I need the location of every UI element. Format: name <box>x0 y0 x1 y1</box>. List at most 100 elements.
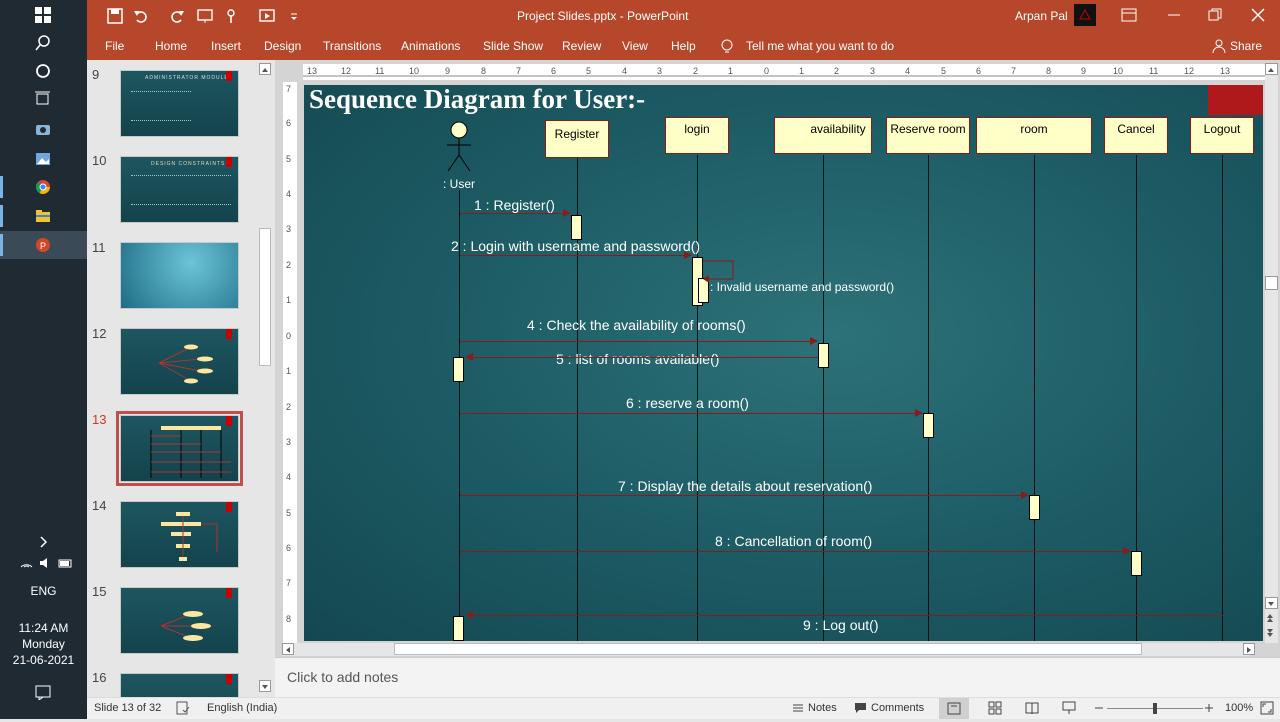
slide-thumbnail-14[interactable] <box>120 501 239 568</box>
tab-home[interactable]: Home <box>155 39 187 53</box>
task-view-icon[interactable] <box>31 87 55 111</box>
powerpoint-taskbar-icon[interactable]: P <box>31 233 55 257</box>
wifi-icon[interactable] <box>20 557 33 572</box>
notes-pane[interactable]: Click to add notes <box>275 657 1280 697</box>
activation-cancel <box>1131 551 1142 576</box>
svg-text:4: 4 <box>286 472 291 482</box>
tab-review[interactable]: Review <box>562 39 601 53</box>
next-slide-icon[interactable] <box>1265 627 1278 639</box>
thumbnails-scrollbar[interactable] <box>257 60 274 697</box>
svg-text:1: 1 <box>286 366 291 376</box>
comments-button[interactable]: Comments <box>871 702 924 714</box>
user-avatar[interactable] <box>1074 4 1096 26</box>
vertical-scrollbar[interactable] <box>1265 63 1278 643</box>
notification-icon[interactable] <box>31 680 55 704</box>
tab-help[interactable]: Help <box>671 39 696 53</box>
lifeline-register[interactable]: Register <box>545 120 609 158</box>
notes-icon[interactable] <box>792 702 804 717</box>
touch-mode-icon[interactable] <box>223 8 241 27</box>
zoom-level[interactable]: 100% <box>1225 702 1253 714</box>
scroll-thumb[interactable] <box>1265 276 1278 290</box>
svg-text:2: 2 <box>286 260 291 270</box>
arrowhead <box>1123 547 1131 555</box>
tab-view[interactable]: View <box>622 39 648 53</box>
reading-view-icon[interactable] <box>1025 701 1039 718</box>
arrowhead <box>684 251 692 259</box>
save-icon[interactable] <box>107 8 123 27</box>
redo-icon[interactable] <box>169 8 185 27</box>
thumb-number: 12 <box>92 326 107 341</box>
slide-thumbnail-11[interactable] <box>120 242 239 309</box>
previous-slide-icon[interactable] <box>1265 612 1278 624</box>
windows-start-icon[interactable] <box>31 3 55 27</box>
slide-title[interactable]: Sequence Diagram for User:- <box>309 85 645 115</box>
lifeline-reserve-room[interactable]: Reserve room <box>886 117 970 154</box>
scroll-down-icon[interactable] <box>1265 597 1278 609</box>
slide-thumbnail-15[interactable] <box>120 587 239 654</box>
scroll-down-icon[interactable] <box>259 680 271 692</box>
tab-file[interactable]: File <box>105 39 124 53</box>
horizontal-scrollbar[interactable] <box>282 643 1255 656</box>
lifeline-cancel[interactable]: Cancel <box>1104 117 1168 154</box>
chrome-icon[interactable] <box>31 175 55 199</box>
slide-sorter-icon[interactable] <box>988 701 1002 718</box>
clock[interactable]: 11:24 AM Monday 21-06-2021 <box>0 620 87 668</box>
start-from-beginning-icon[interactable] <box>259 8 277 27</box>
tab-animations[interactable]: Animations <box>401 39 460 53</box>
ribbon-display-options-icon[interactable] <box>1121 8 1137 25</box>
scroll-up-icon[interactable] <box>1265 63 1278 75</box>
camera-app-icon[interactable] <box>31 117 55 141</box>
notes-button[interactable]: Notes <box>808 702 837 714</box>
search-icon[interactable] <box>31 31 55 55</box>
scroll-up-icon[interactable] <box>259 63 271 75</box>
tab-transitions[interactable]: Transitions <box>323 39 381 53</box>
input-language[interactable]: ENG <box>0 584 87 598</box>
customize-toolbar-icon[interactable] <box>289 8 299 27</box>
lifeline-login[interactable]: login <box>665 117 729 154</box>
share-button[interactable]: Share <box>1230 39 1262 53</box>
minimize-icon[interactable] <box>1167 8 1181 25</box>
zoom-in-icon[interactable] <box>1204 701 1214 718</box>
share-icon[interactable] <box>1212 39 1226 56</box>
file-explorer-icon[interactable] <box>31 204 55 228</box>
language-indicator[interactable]: English (India) <box>207 702 277 714</box>
zoom-slider-thumb[interactable] <box>1153 703 1157 714</box>
slide-canvas[interactable]: Sequence Diagram for User:- : User Regis… <box>304 85 1263 641</box>
chevron-right-icon[interactable] <box>31 530 55 554</box>
slide-show-view-icon[interactable] <box>1062 701 1076 718</box>
slide-thumbnail-16[interactable] <box>120 673 239 697</box>
notes-placeholder[interactable]: Click to add notes <box>287 669 398 685</box>
slide-thumbnail-10[interactable]: DESIGN CONSTRAINTS <box>120 156 239 223</box>
scroll-left-icon[interactable] <box>282 643 294 655</box>
lifeline-logout[interactable]: Logout <box>1190 117 1254 154</box>
tab-slide-show[interactable]: Slide Show <box>483 39 543 53</box>
activation-register <box>571 215 582 240</box>
scroll-right-icon[interactable] <box>1243 643 1255 655</box>
scroll-thumb[interactable] <box>259 228 271 366</box>
fit-to-window-icon[interactable] <box>1260 701 1274 718</box>
battery-icon[interactable] <box>58 557 73 572</box>
lifeline-availability[interactable]: availability <box>774 117 872 154</box>
undo-icon[interactable] <box>133 8 149 27</box>
volume-icon[interactable] <box>39 557 52 572</box>
user-name[interactable]: Arpan Pal <box>1015 9 1068 23</box>
scroll-thumb[interactable] <box>394 643 1142 655</box>
slide-thumbnail-13[interactable] <box>116 411 243 486</box>
accessibility-icon[interactable] <box>176 701 190 718</box>
presentation-icon[interactable] <box>197 8 215 27</box>
svg-text:7: 7 <box>516 66 521 76</box>
cortana-icon[interactable] <box>31 59 55 83</box>
slide-thumbnail-9[interactable]: ADMINISTRATOR MODULE <box>120 70 239 137</box>
close-icon[interactable] <box>1251 8 1265 25</box>
photos-app-icon[interactable] <box>31 147 55 171</box>
tell-me-search[interactable]: Tell me what you want to do <box>746 39 894 53</box>
zoom-out-icon[interactable] <box>1094 701 1104 718</box>
lifeline-room[interactable]: room <box>976 117 1092 154</box>
normal-view-icon[interactable] <box>939 698 969 719</box>
slide-thumbnail-12[interactable] <box>120 328 239 395</box>
tab-insert[interactable]: Insert <box>211 39 241 53</box>
tab-design[interactable]: Design <box>264 39 301 53</box>
comments-icon[interactable] <box>854 702 867 717</box>
message-arrow <box>460 495 1021 496</box>
restore-icon[interactable] <box>1208 8 1222 25</box>
